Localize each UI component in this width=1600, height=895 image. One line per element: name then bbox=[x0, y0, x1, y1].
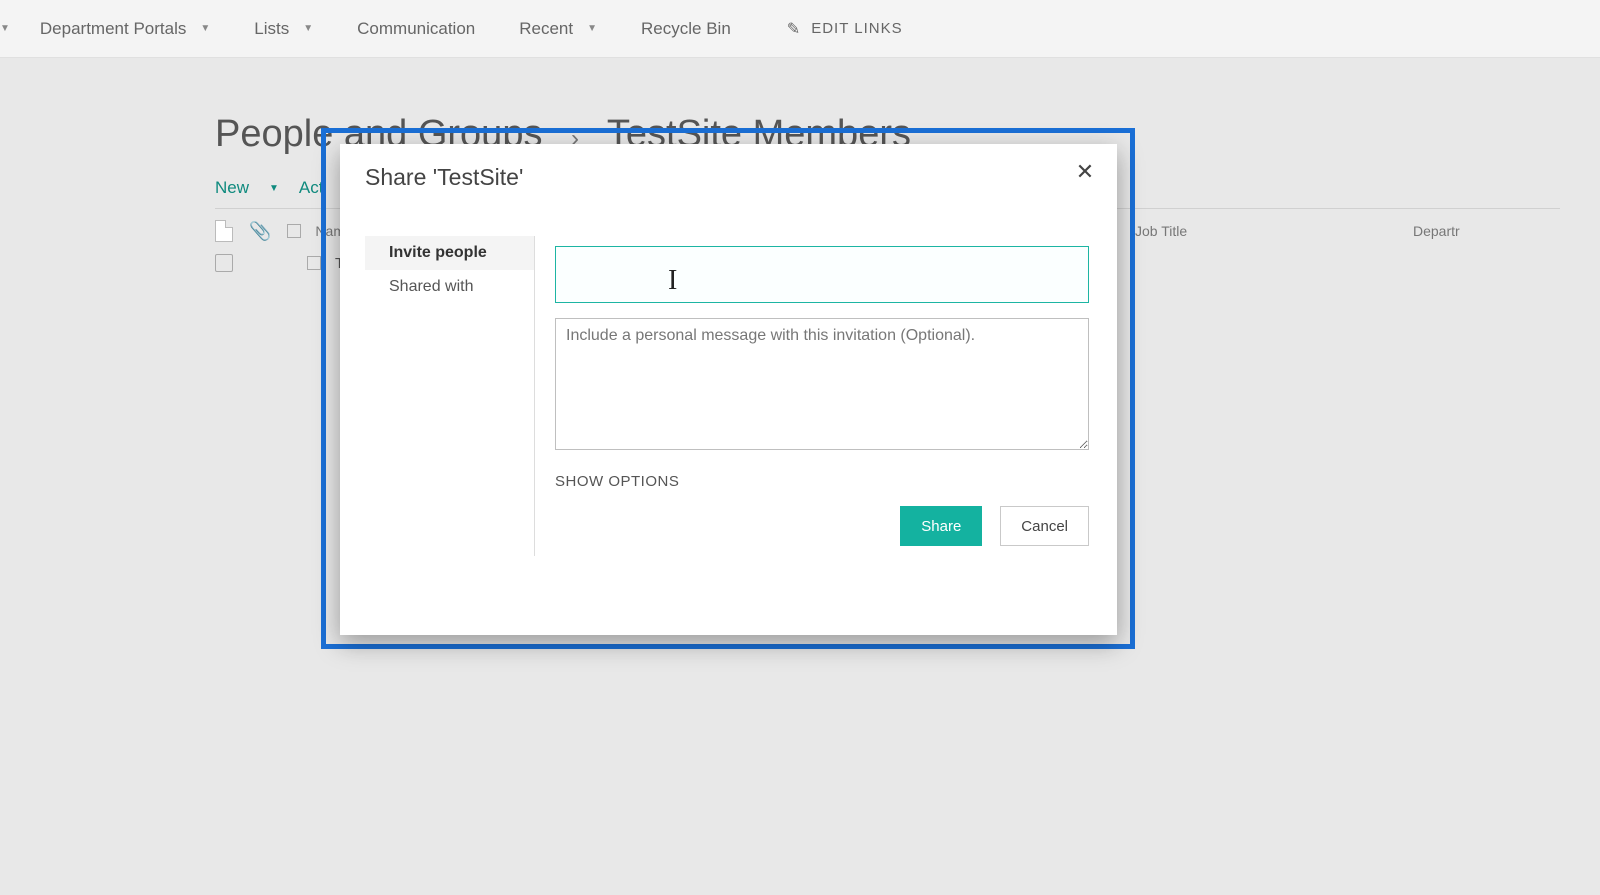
people-picker-input[interactable] bbox=[555, 246, 1089, 303]
page-icon bbox=[215, 220, 233, 242]
dialog-sidebar: Invite people Shared with bbox=[365, 236, 535, 556]
row-inner-checkbox[interactable] bbox=[307, 256, 321, 270]
tab-invite-people[interactable]: Invite people bbox=[365, 236, 534, 270]
actions-button[interactable]: Act bbox=[299, 178, 324, 198]
share-button[interactable]: Share bbox=[900, 506, 982, 546]
edit-links-button[interactable]: ✎ EDIT LINKS bbox=[753, 0, 925, 57]
chevron-down-icon: ▼ bbox=[200, 23, 210, 34]
chevron-down-icon: ▼ bbox=[587, 23, 597, 34]
pencil-icon: ✎ bbox=[787, 19, 801, 39]
nav-label: Department Portals bbox=[40, 19, 186, 39]
top-nav: ▼ Department Portals ▼ Lists ▼ Communica… bbox=[0, 0, 1600, 58]
chevron-down-icon[interactable]: ▼ bbox=[269, 183, 279, 194]
nav-label: Lists bbox=[254, 19, 289, 39]
nav-label: Communication bbox=[357, 19, 475, 39]
col-department[interactable]: Departr bbox=[1413, 223, 1460, 239]
dialog-main: SHOW OPTIONS bbox=[555, 246, 1089, 490]
chevron-down-icon[interactable]: ▼ bbox=[0, 23, 18, 34]
chevron-down-icon: ▼ bbox=[303, 23, 313, 34]
tab-shared-with[interactable]: Shared with bbox=[365, 270, 534, 304]
share-dialog: Share 'TestSite' ✕ Invite people Shared … bbox=[340, 144, 1117, 635]
list-toolbar: New ▼ Act bbox=[215, 178, 323, 198]
dialog-title: Share 'TestSite' bbox=[365, 164, 523, 191]
nav-label: Recycle Bin bbox=[641, 19, 731, 39]
edit-links-label: EDIT LINKS bbox=[811, 20, 902, 37]
nav-recycle-bin[interactable]: Recycle Bin bbox=[619, 0, 753, 57]
col-job-title[interactable]: Job Title bbox=[1135, 223, 1187, 239]
select-all-checkbox[interactable] bbox=[287, 224, 301, 238]
row-checkbox[interactable] bbox=[215, 254, 233, 272]
cancel-button[interactable]: Cancel bbox=[1000, 506, 1089, 546]
attachment-icon: 📎 bbox=[249, 221, 271, 242]
nav-lists[interactable]: Lists ▼ bbox=[232, 0, 335, 57]
close-button[interactable]: ✕ bbox=[1071, 158, 1099, 186]
nav-label: Recent bbox=[519, 19, 573, 39]
close-icon: ✕ bbox=[1076, 159, 1094, 184]
nav-department-portals[interactable]: Department Portals ▼ bbox=[18, 0, 232, 57]
nav-communication[interactable]: Communication bbox=[335, 0, 497, 57]
dialog-actions: Share Cancel bbox=[900, 506, 1089, 546]
show-options-link[interactable]: SHOW OPTIONS bbox=[555, 473, 1089, 490]
invitation-message-input[interactable] bbox=[555, 318, 1089, 450]
nav-recent[interactable]: Recent ▼ bbox=[497, 0, 619, 57]
new-button[interactable]: New bbox=[215, 178, 249, 198]
